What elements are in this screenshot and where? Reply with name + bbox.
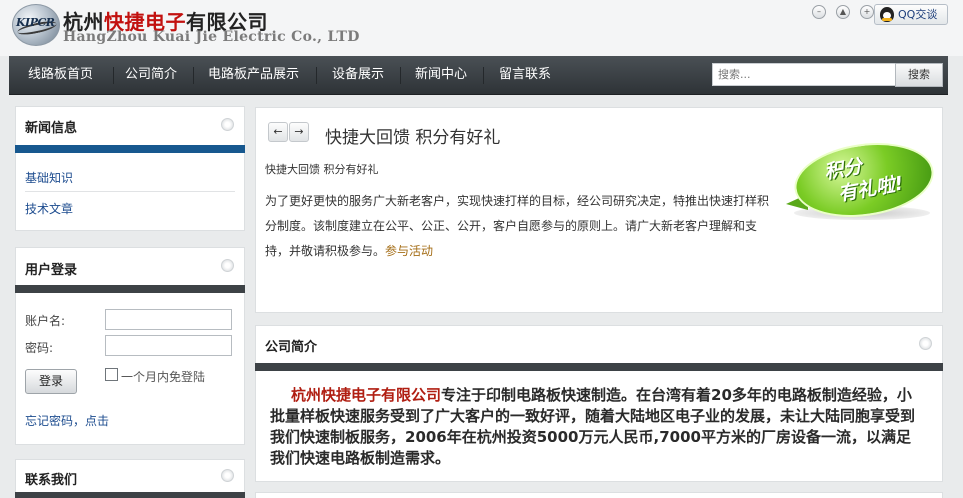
circle-icon [221,259,234,272]
nav-divider [316,67,317,84]
nav-divider [400,67,401,84]
join-activity-link[interactable]: 参与活动 [385,244,433,258]
login-panel-bar [15,285,245,293]
circle-icon [919,337,932,350]
qq-penguin-icon [880,7,894,22]
points-gift-badge-image[interactable]: 积分 有礼啦! [786,134,939,226]
nav-item-about[interactable]: 公司简介 [125,56,177,95]
news-body-text: 为了更好更快的服务广大新老客户，实现快速打样的目标，经公司研究决定，特推出快速打… [265,194,770,258]
intro-text: 杭州快捷电子有限公司专注于印制电路板快速制造。在台湾有着20多年的电路板制造经验… [270,385,920,469]
prev-arrow-button[interactable]: ← [268,122,288,142]
login-button[interactable]: 登录 [25,369,77,394]
sidebar-link-basics[interactable]: 基础知识 [25,169,73,186]
qq-chat-button[interactable]: QQ交谈 [874,4,948,25]
next-arrow-button[interactable]: → [289,122,309,142]
nav-divider [113,67,114,84]
logo-mark: KIPCR [16,16,55,29]
nav-item-contact[interactable]: 留言联系 [499,56,551,95]
login-panel-title: 用户登录 [25,263,78,278]
nav-item-news[interactable]: 新闻中心 [415,56,467,95]
company-name-en: HangZhou Kuai Jie Electric Co., LTD [63,29,360,45]
nav-item-products[interactable]: 电路板产品展示 [208,56,299,95]
up-circle-icon[interactable]: ▲ [836,5,850,19]
header: KIPCR 杭州快捷电子有限公司 HangZhou Kuai Jie Elect… [0,0,963,56]
contact-panel-bar [15,492,245,498]
nav-item-home[interactable]: 线路板首页 [28,56,93,95]
username-field[interactable] [105,309,232,330]
nav-divider [193,67,194,84]
search-button[interactable]: 搜索 [895,63,943,87]
circle-icon [221,469,234,482]
news-panel-bar [15,145,245,153]
next-panel [255,492,943,498]
divider [25,191,235,192]
news-body: 为了更好更快的服务广大新老客户，实现快速打样的目标，经公司研究决定，特推出快速打… [265,189,777,264]
password-label: 密码: [25,341,54,355]
remember-label: 一个月内免登陆 [121,370,206,384]
password-field[interactable] [105,335,232,356]
qq-chat-label: QQ交谈 [898,8,938,21]
sidebar-link-articles[interactable]: 技术文章 [25,200,73,217]
nav-item-equipment[interactable]: 设备展示 [332,56,384,95]
search-input[interactable] [712,63,896,86]
username-label: 账户名: [25,314,66,328]
nav-divider [483,67,484,84]
contact-panel-title: 联系我们 [25,473,78,488]
intro-company-name: 杭州快捷电子有限公司 [291,386,442,404]
intro-panel-bar [255,363,943,371]
plus-circle-icon[interactable]: + [860,5,874,19]
minus-circle-icon[interactable]: – [812,5,826,19]
remember-checkbox[interactable] [105,368,118,381]
forgot-password-link[interactable]: 忘记密码，点击 [25,412,109,429]
news-panel-title: 新闻信息 [25,121,78,136]
news-title[interactable]: 快捷大回馈 积分有好礼 [325,123,500,148]
news-subtitle: 快捷大回馈 积分有好礼 [265,163,379,176]
circle-icon [221,118,234,131]
intro-panel-title: 公司简介 [265,340,318,355]
